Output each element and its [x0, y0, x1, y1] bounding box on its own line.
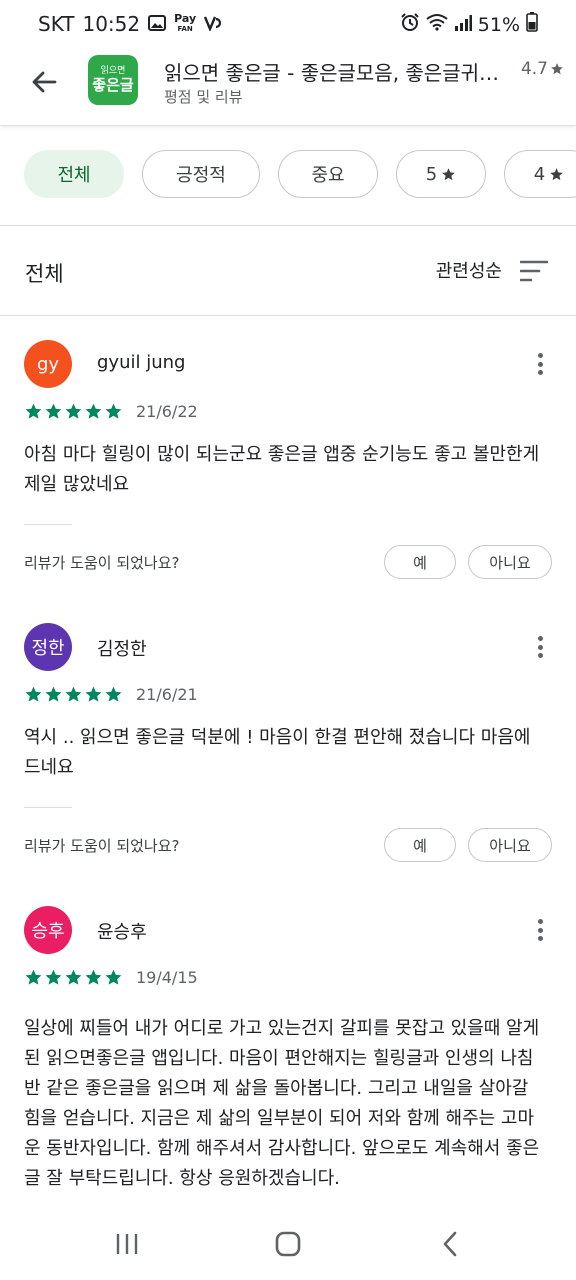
star-icon	[45, 686, 62, 702]
review-text: 역시 .. 읽으면 좋은글 덕분에 ! 마음이 한결 편안해 졌습니다 마음에 …	[24, 727, 531, 778]
rating-stars	[24, 685, 123, 704]
review-text: 아침 마다 힐링이 많이 되는군요 좋은글 앱중 순기능도 좋고 볼만한게 제일…	[24, 444, 540, 495]
star-icon	[25, 969, 42, 985]
sort-row: 전체 관련성순	[0, 226, 576, 316]
star-icon	[551, 63, 563, 75]
helpful-no-button[interactable]: 아니요	[468, 828, 552, 862]
home-button[interactable]	[268, 1228, 308, 1260]
rating-stars	[24, 968, 123, 987]
back-button[interactable]	[24, 62, 64, 102]
review-date: 21/6/22	[136, 402, 198, 421]
clock: 10:52	[82, 12, 141, 36]
review-date: 19/4/15	[136, 968, 198, 987]
alarm-icon	[400, 12, 420, 37]
chip-all[interactable]: 전체	[24, 150, 124, 198]
star-icon	[85, 403, 102, 419]
divider	[24, 807, 72, 808]
review-card: 승후 윤승후 19/4/15 일상에 찌들어 내가 어디로 가고 있는건지 갈피…	[0, 906, 576, 1208]
helpful-yes-button[interactable]: 예	[384, 545, 456, 579]
star-icon	[105, 403, 122, 419]
review-text: 일상에 찌들어 내가 어디로 가고 있는건지 갈피를 못잡고 있을때 알게된 읽…	[24, 1018, 540, 1189]
review-card: gy gyuil jung 21/6/22 아침 마다 힐링이 많이 되는군요 …	[0, 340, 576, 588]
avatar: 승후	[24, 906, 72, 954]
chip-4-star[interactable]: 4	[504, 150, 576, 198]
star-icon	[65, 969, 82, 985]
more-options-button[interactable]	[528, 350, 552, 378]
app-icon: 읽으면 좋은글	[88, 55, 138, 105]
helpful-yes-button[interactable]: 예	[384, 828, 456, 862]
battery-icon	[526, 12, 538, 37]
back-chevron-icon	[443, 1231, 457, 1257]
payfan-icon: Pay FAN	[174, 12, 197, 33]
reviewer-name: 윤승후	[97, 922, 147, 943]
wifi-icon	[426, 13, 448, 36]
home-icon	[275, 1231, 301, 1257]
more-options-button[interactable]	[528, 916, 552, 944]
rating-stars	[24, 402, 123, 421]
system-nav-bar	[0, 1208, 576, 1280]
star-icon	[550, 167, 563, 180]
star-icon	[45, 403, 62, 419]
v3-icon	[204, 12, 224, 36]
gallery-icon	[148, 12, 167, 36]
chip-critical[interactable]: 중요	[278, 150, 378, 198]
app-rating: 4.7	[521, 59, 564, 79]
app-header: 읽으면 좋은글 읽으면 좋은글 - 좋은글모음, 좋은글귀, 명언 평점 및 리…	[0, 50, 576, 126]
helpful-question: 리뷰가 도움이 되었나요?	[24, 554, 180, 572]
star-icon	[442, 167, 455, 180]
reviewer-name: gyuil jung	[97, 352, 186, 373]
star-icon	[25, 686, 42, 702]
star-icon	[85, 969, 102, 985]
star-icon	[25, 403, 42, 419]
star-icon	[45, 969, 62, 985]
carrier-label: SKT	[38, 12, 75, 36]
recent-apps-icon	[116, 1234, 138, 1254]
back-arrow-icon	[32, 71, 57, 93]
helpful-question: 리뷰가 도움이 되었나요?	[24, 837, 180, 855]
avatar: gy	[24, 340, 72, 388]
chip-5-star[interactable]: 5	[396, 150, 486, 198]
review-date: 21/6/21	[136, 685, 198, 704]
star-icon	[65, 686, 82, 702]
filter-chips: 전체 긍정적 중요 5 4	[24, 150, 576, 198]
star-icon	[85, 686, 102, 702]
app-title: 읽으면 좋은글 - 좋은글모음, 좋은글귀, 명언	[164, 61, 504, 85]
more-options-button[interactable]	[528, 633, 552, 661]
reviewer-name: 김정한	[97, 639, 147, 660]
sort-icon[interactable]	[520, 260, 548, 282]
chip-positive[interactable]: 긍정적	[142, 150, 260, 198]
helpful-no-button[interactable]: 아니요	[468, 545, 552, 579]
sort-button[interactable]: 관련성순	[436, 257, 502, 283]
star-icon	[105, 969, 122, 985]
recent-apps-button[interactable]	[107, 1228, 147, 1260]
review-card: 정한 김정한 21/6/21 역시 .. 읽으면 좋은글 덕분에 ! 마음이 한…	[0, 623, 576, 871]
divider	[24, 524, 72, 525]
system-back-button[interactable]	[430, 1228, 470, 1260]
battery-percent: 51%	[477, 13, 520, 36]
signal-icon	[454, 14, 472, 36]
star-icon	[105, 686, 122, 702]
avatar: 정한	[24, 623, 72, 671]
status-bar: SKT 10:52 Pay FAN 51%	[0, 0, 576, 50]
section-title: 전체	[25, 262, 64, 286]
page-subtitle: 평점 및 리뷰	[164, 88, 243, 106]
star-icon	[65, 403, 82, 419]
